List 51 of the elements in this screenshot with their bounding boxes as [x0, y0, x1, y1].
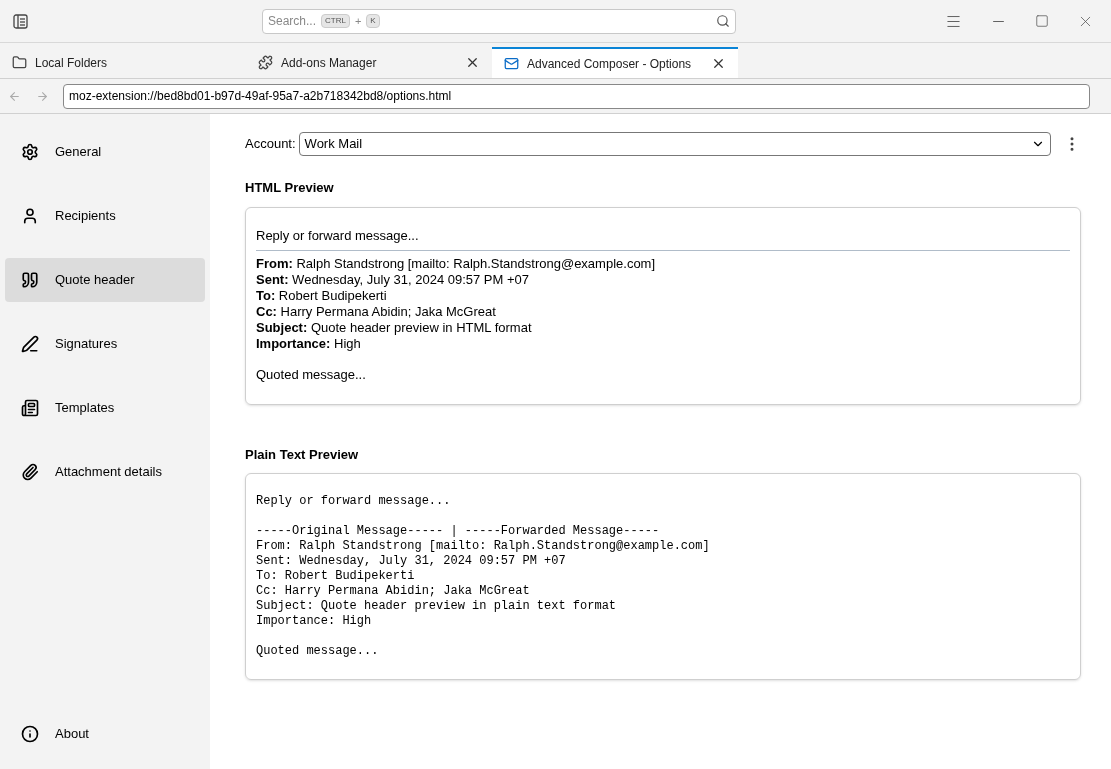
tab[interactable]: Advanced Composer - Options: [492, 47, 738, 78]
header-line: Cc: Harry Permana Abidin; Jaka McGreat: [256, 584, 531, 599]
close-tab-icon[interactable]: [711, 56, 726, 71]
document-icon: [21, 399, 39, 417]
sidebar-item[interactable]: Quote header: [5, 258, 205, 302]
header-line: To: Robert Budipekerti: [256, 287, 388, 304]
tab[interactable]: Local Folders: [0, 47, 246, 78]
search-icon[interactable]: [716, 14, 730, 28]
plus-text: +: [354, 13, 362, 29]
account-select[interactable]: Work Mail: [298, 132, 1051, 156]
sidebar-item[interactable]: General: [5, 130, 205, 174]
maximize-icon[interactable]: [1035, 14, 1049, 28]
sidebar-item[interactable]: Signatures: [5, 322, 205, 366]
header-line: Importance: High: [256, 614, 373, 629]
header-line: To: Robert Budipekerti: [256, 569, 416, 584]
header-line: Importance: High: [256, 335, 362, 352]
sidebar-item[interactable]: Recipients: [5, 194, 205, 238]
info-icon: [21, 725, 39, 743]
search-field[interactable]: Search... CTRL + K: [262, 8, 736, 34]
section-title: Plain Text Preview: [245, 445, 360, 464]
sidebar-item[interactable]: About: [5, 712, 205, 756]
key-label: CTRL: [321, 14, 350, 28]
address-field[interactable]: moz-extension://bed8bd01-b97d-49af-95a7-a2b718342bd8/options.html: [63, 83, 1090, 109]
key-label: K: [366, 14, 380, 28]
sidebar-item[interactable]: Attachment details: [5, 450, 205, 494]
account-label: Account:: [245, 135, 296, 154]
sidebar-toggle-icon[interactable]: [13, 13, 28, 29]
header-line: Subject: Quote header preview in plain text format: [256, 599, 618, 614]
quote-icon: [21, 271, 39, 289]
preview-text: Quoted message...: [256, 366, 367, 383]
header-line: Sent: Wednesday, July 31, 2024 09:57 PM +07: [256, 554, 567, 569]
preview-text: Reply or forward message...: [256, 494, 452, 509]
close-tab-icon[interactable]: [465, 55, 480, 70]
header-line: From: Ralph Standstrong [mailto: Ralph.Standstrong@example.com]: [256, 539, 711, 554]
separator-text: -----Original Message----- | -----Forwarded Message-----: [256, 524, 661, 539]
preview-text: Quoted message...: [256, 644, 380, 659]
pen-icon: [21, 335, 39, 353]
folder-icon: [12, 55, 27, 70]
preview-text: Reply or forward message...: [256, 227, 420, 244]
header-line: Cc: Harry Permana Abidin; Jaka McGreat: [256, 303, 497, 320]
sidebar-item[interactable]: Templates: [5, 386, 205, 430]
section-title: HTML Preview: [245, 179, 335, 197]
header-line: Sent: Wednesday, July 31, 2024 09:57 PM +07: [256, 271, 531, 288]
gear-icon: [21, 143, 39, 161]
header-line: From: Ralph Standstrong [mailto: Ralph.Standstrong@example.com]: [256, 255, 657, 272]
paperclip-icon: [21, 463, 39, 481]
tab[interactable]: Add-ons Manager: [246, 47, 492, 78]
header-line: Subject: Quote header preview in HTML format: [256, 319, 533, 336]
person-icon: [21, 207, 39, 225]
envelope-icon: [504, 56, 519, 71]
puzzle-icon: [258, 55, 273, 70]
